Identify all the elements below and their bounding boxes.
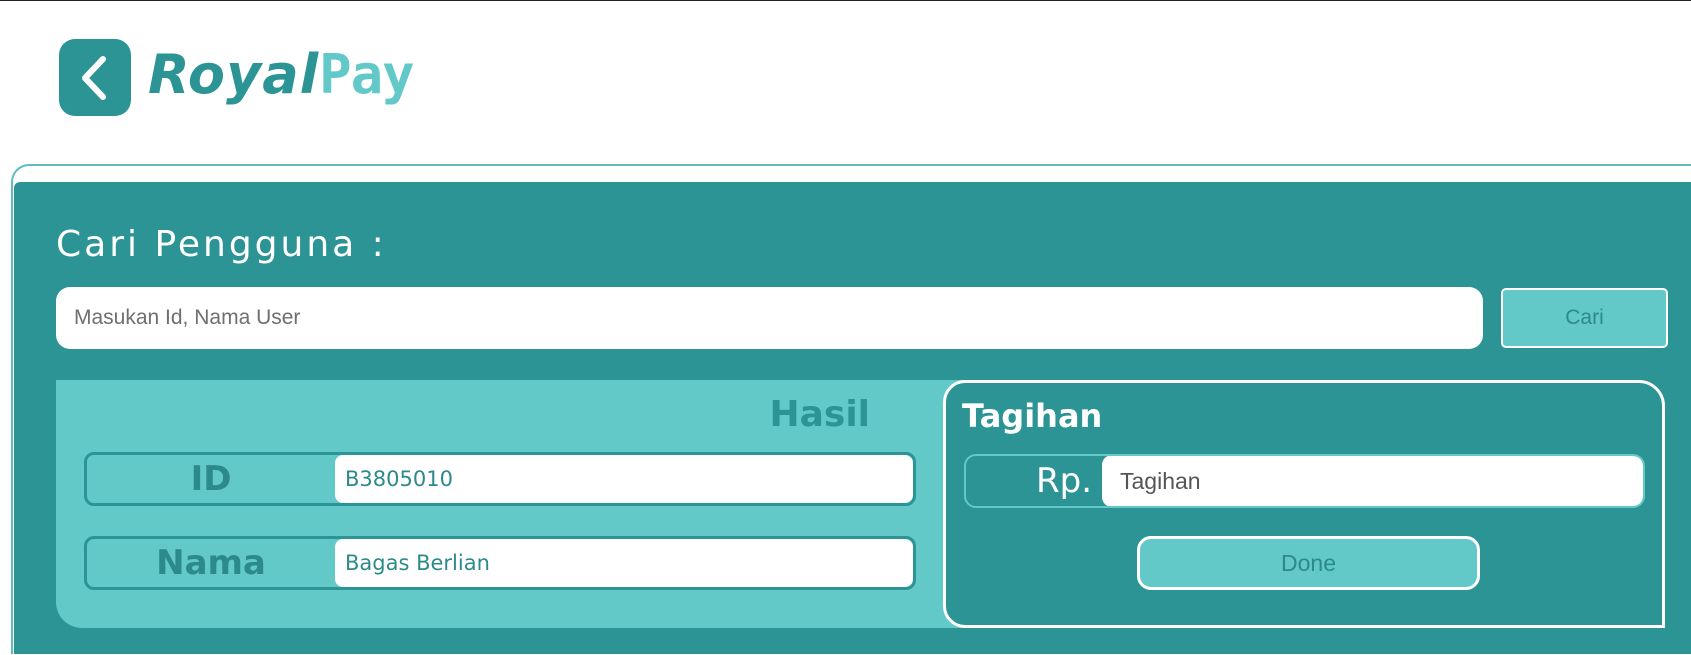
logo-royal-text: Royal bbox=[148, 43, 320, 106]
tagihan-section: Tagihan Rp. Done bbox=[943, 380, 1665, 628]
main-panel: Cari Pengguna : Cari Hasil ID B3805010 N… bbox=[11, 164, 1691, 654]
name-field-row: Nama Bagas Berlian bbox=[84, 536, 916, 590]
currency-label: Rp. bbox=[1035, 461, 1092, 501]
done-button[interactable]: Done bbox=[1137, 536, 1480, 590]
app-header: Royal Pay bbox=[0, 1, 1691, 161]
search-button[interactable]: Cari bbox=[1501, 288, 1668, 348]
logo-pay-text: Pay bbox=[319, 43, 415, 106]
name-value: Bagas Berlian bbox=[335, 539, 913, 587]
search-input[interactable] bbox=[56, 287, 1483, 349]
id-value: B3805010 bbox=[335, 455, 913, 503]
result-title: Hasil bbox=[769, 394, 870, 435]
tagihan-field-row: Rp. bbox=[964, 454, 1645, 508]
name-label: Nama bbox=[156, 543, 266, 583]
id-field-row: ID B3805010 bbox=[84, 452, 916, 506]
tagihan-input[interactable] bbox=[1102, 456, 1643, 506]
result-section: Hasil ID B3805010 Nama Bagas Berlian bbox=[56, 380, 996, 628]
search-title: Cari Pengguna : bbox=[56, 224, 387, 265]
panel-body: Cari Pengguna : Cari Hasil ID B3805010 N… bbox=[14, 182, 1691, 654]
id-label: ID bbox=[190, 459, 232, 499]
royalpay-logo: Royal Pay bbox=[148, 43, 415, 113]
tagihan-title: Tagihan bbox=[962, 397, 1103, 435]
back-button[interactable] bbox=[59, 39, 131, 116]
chevron-left-icon bbox=[82, 55, 106, 100]
